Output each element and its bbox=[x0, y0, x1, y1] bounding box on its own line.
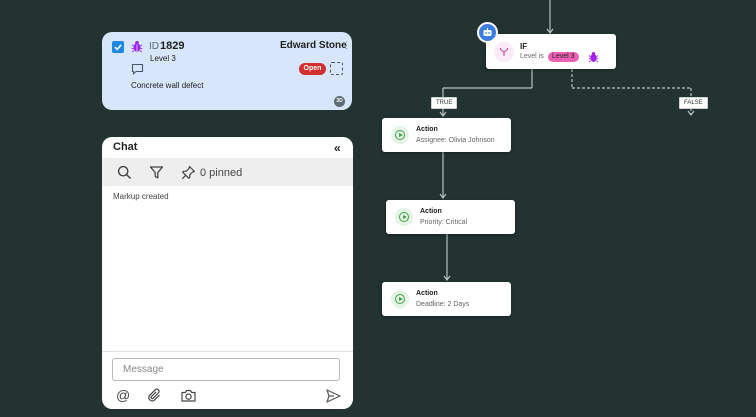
action-detail: Assignee: Olivia Johnson bbox=[416, 137, 495, 144]
bug-icon bbox=[588, 51, 599, 63]
workflow-connectors bbox=[439, 0, 695, 281]
action-node[interactable]: Action Deadline: 2 Days bbox=[382, 282, 511, 316]
if-condition-node[interactable]: IF Level is Level 3 bbox=[486, 34, 616, 69]
play-icon bbox=[395, 208, 413, 226]
action-node[interactable]: Action Assignee: Olivia Johnson bbox=[382, 118, 511, 152]
true-branch-label: TRUE bbox=[431, 97, 458, 109]
play-icon bbox=[391, 290, 409, 308]
if-title: IF bbox=[520, 42, 528, 51]
action-title: Action bbox=[416, 126, 438, 133]
action-title: Action bbox=[416, 290, 438, 297]
branch-icon bbox=[494, 42, 514, 62]
condition-value-pill: Level 3 bbox=[548, 52, 579, 62]
condition-prefix: Level is bbox=[520, 53, 544, 60]
false-branch-label: FALSE bbox=[679, 97, 708, 109]
action-detail: Deadline: 2 Days bbox=[416, 301, 470, 308]
action-title: Action bbox=[420, 208, 442, 215]
action-detail: Priority: Critical bbox=[420, 219, 468, 226]
automation-robot-icon bbox=[477, 22, 498, 43]
play-icon bbox=[391, 126, 409, 144]
action-node[interactable]: Action Priority: Critical bbox=[386, 200, 515, 234]
